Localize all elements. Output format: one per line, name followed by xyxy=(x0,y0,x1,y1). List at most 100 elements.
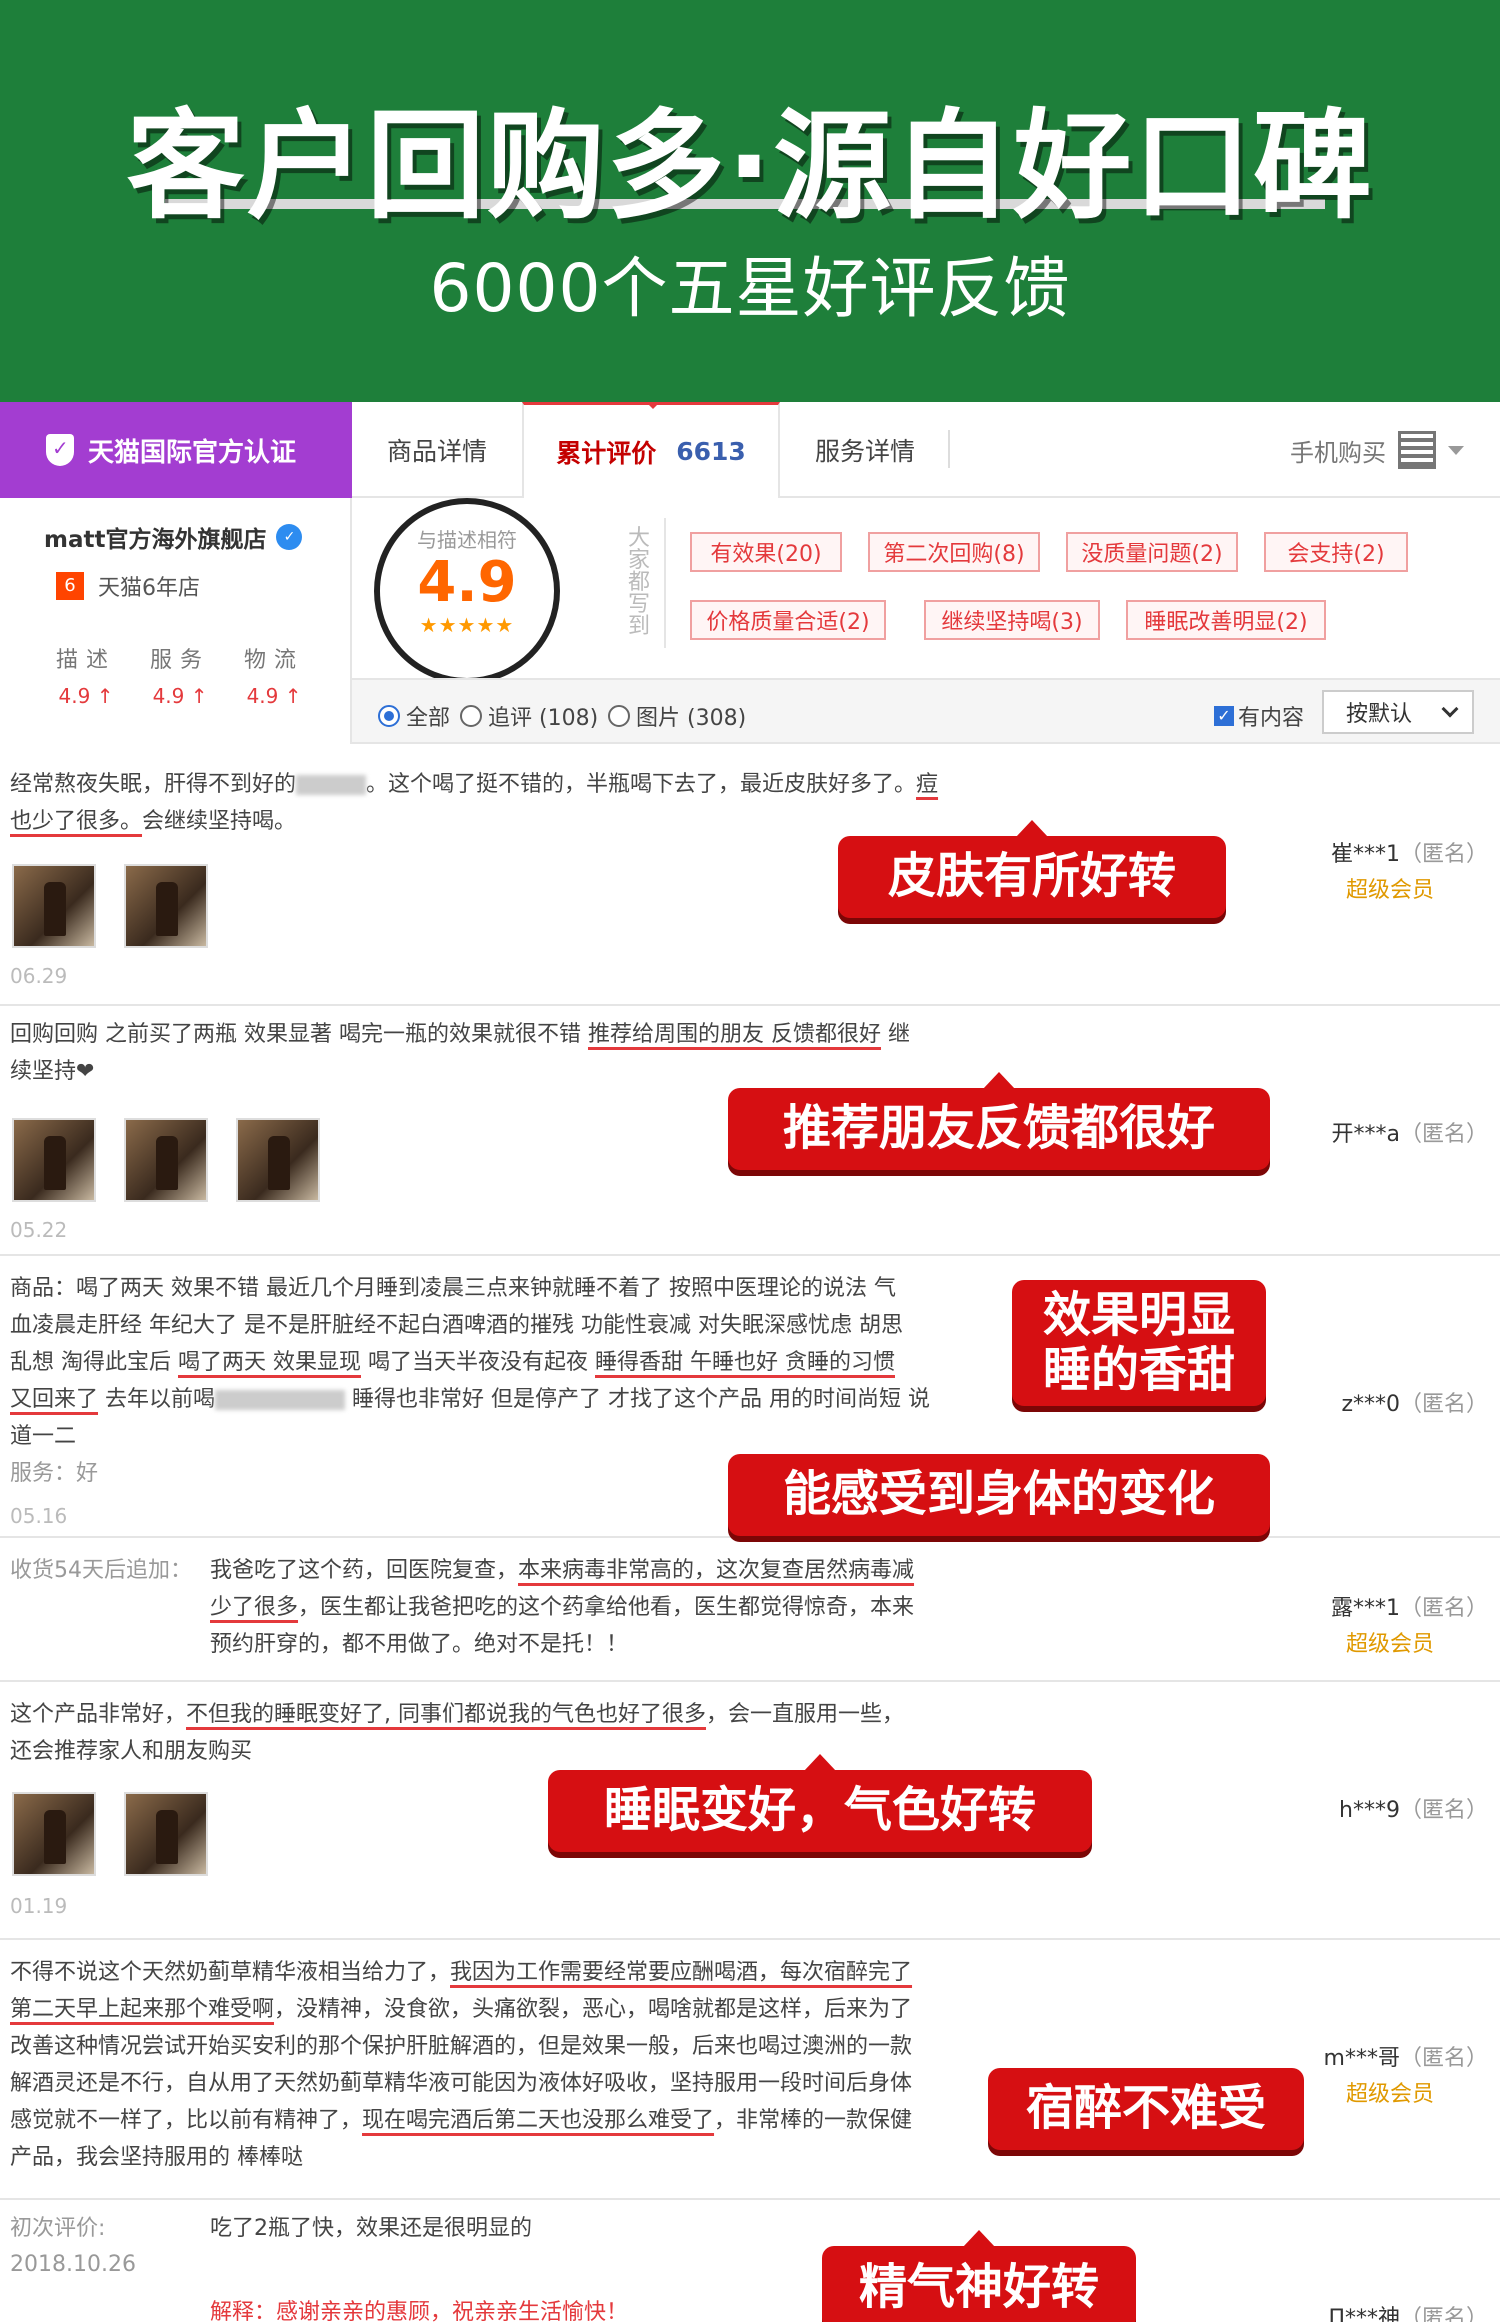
text-span: 改善这种情况尝试开始买安利的那个保护肝脏解酒的，但是效果一般，后来也喝过澳洲的一… xyxy=(10,2034,913,2059)
review-date: 06.29 xyxy=(10,964,68,988)
review-tag[interactable]: 第二次回购(8) xyxy=(868,532,1040,572)
store-years-label: 天猫6年店 xyxy=(98,576,200,601)
filter-pictures-radio[interactable]: 图片 (308) xyxy=(608,700,746,732)
qr-code-icon xyxy=(1398,431,1436,469)
text-span: 乱想 淘得此宝后 xyxy=(10,1350,178,1375)
blurred-text xyxy=(215,1390,346,1410)
tab-reviews[interactable]: 累计评价 6613 xyxy=(522,402,780,498)
highlighted-text: 推荐给周围的朋友 反馈都很好 xyxy=(587,1022,881,1047)
dsr-service: 服务 4.9 ↑ xyxy=(150,642,210,708)
username: h***9 xyxy=(1339,1798,1400,1823)
review-item: 初次评价: 2018.10.26 吃了2瓶了快，效果还是很明显的 解释：感谢亲亲… xyxy=(0,2200,1500,2322)
highlighted-text: 又回来了 xyxy=(10,1387,99,1412)
text-span: 去年以前喝 xyxy=(98,1387,216,1412)
banner-title: 客户回购多·源自好口碑 xyxy=(126,97,1374,235)
text-span: 血凌晨走肝经 年纪大了 是不是肝脏经不起白酒啤酒的摧残 功能性衰减 对失眠深感忧… xyxy=(10,1313,903,1338)
tab-reviews-label: 累计评价 xyxy=(556,438,657,468)
text-span: 睡得也非常好 但是停产了 才找了这个产品 用的时间尚短 说 xyxy=(345,1387,930,1412)
review-photos xyxy=(12,1792,208,1876)
review-photo[interactable] xyxy=(12,864,96,948)
tmall-verified-badge: 天猫国际官方认证 xyxy=(0,402,352,498)
sort-dropdown[interactable]: 按默认 xyxy=(1322,690,1474,734)
vip-badge: 超级会员 xyxy=(1345,2082,1434,2107)
username: 崔***1 xyxy=(1330,842,1400,867)
text-span: 喝了当天半夜没有起夜 xyxy=(361,1350,595,1375)
review-photo[interactable] xyxy=(12,1792,96,1876)
hero-banner: 客户回购多·源自好口碑 6000个五星好评反馈 xyxy=(0,0,1500,402)
highlight-callout: 效果明显 睡的香甜 xyxy=(1012,1280,1266,1406)
tab-service-detail[interactable]: 服务详情 xyxy=(780,402,950,498)
text-span: 不得不说这个天然奶蓟草精华液相当给力了， xyxy=(10,1960,451,1985)
reviewer-name: П***神（匿名） xyxy=(1328,2300,1488,2322)
review-tag[interactable]: 睡眠改善明显(2) xyxy=(1126,600,1326,640)
dsr-label: 服务 xyxy=(150,648,211,673)
review-tag[interactable]: 价格质量合适(2) xyxy=(690,600,886,640)
filter-all-label: 全部 xyxy=(406,706,451,731)
highlighted-text: 现在喝完酒后第二天也没那么难受了 xyxy=(362,2108,715,2133)
review-photos xyxy=(12,864,208,948)
anonymous-label: （匿名） xyxy=(1399,1596,1488,1621)
tab-product-detail[interactable]: 商品详情 xyxy=(352,402,522,498)
review-tag[interactable]: 没质量问题(2) xyxy=(1066,532,1238,572)
review-photo[interactable] xyxy=(124,1792,208,1876)
text-span: 续坚持❤ xyxy=(10,1059,95,1084)
username: z***0 xyxy=(1341,1392,1400,1417)
filter-all-radio[interactable]: 全部 xyxy=(378,700,450,732)
filter-followup-radio[interactable]: 追评 (108) xyxy=(460,700,598,732)
highlight-callout: 能感受到身体的变化 xyxy=(728,1454,1270,1536)
dsr-value: 4.9 ↑ xyxy=(246,684,302,708)
filter-followup-label: 追评 (108) xyxy=(488,706,599,731)
radio-icon xyxy=(460,705,482,727)
has-content-label: 有内容 xyxy=(1238,706,1305,731)
service-label: 服务：好 xyxy=(10,1461,99,1486)
mobile-buy-label: 手机购买 xyxy=(1290,438,1386,467)
highlighted-text: 第二天早上起来那个难受啊 xyxy=(10,1997,275,2022)
reviewer-name: 崔***1（匿名） xyxy=(1331,836,1488,868)
anonymous-label: （匿名） xyxy=(1399,1798,1488,1823)
review-tag[interactable]: 有效果(20) xyxy=(690,532,842,572)
tab-divider xyxy=(948,430,950,468)
text-span: ，医生都让我爸把吃的这个药拿给他看，医生都觉得惊奇，本来 xyxy=(298,1595,915,1620)
store-years: 6 天猫6年店 xyxy=(56,570,200,602)
username: 开***a xyxy=(1331,1122,1400,1147)
text-span: ，会一直服用一些， xyxy=(706,1702,905,1727)
dsr-value: 4.9 ↑ xyxy=(152,684,208,708)
text-span: 会继续坚持喝。 xyxy=(142,809,297,834)
anonymous-label: （匿名） xyxy=(1399,2306,1488,2322)
review-tag[interactable]: 继续坚持喝(3) xyxy=(924,600,1100,640)
radio-icon xyxy=(608,705,630,727)
vip-badge: 超级会员 xyxy=(1345,878,1434,903)
review-photo[interactable] xyxy=(12,1118,96,1202)
highlight-callout: 宿醉不难受 xyxy=(988,2068,1304,2150)
text-span: ，没精神，没食欲，头痛欲裂，恶心，喝啥就都是这样，后来为了 xyxy=(274,1997,913,2022)
review-text: 我爸吃了这个药，回医院复查，本来病毒非常高的，这次复查居然病毒减 少了很多，医生… xyxy=(210,1552,990,1663)
reviewer-name: h***9（匿名） xyxy=(1339,1792,1488,1824)
text-span: 经常熬夜失眠，肝得不到好的 xyxy=(10,772,297,797)
shield-icon xyxy=(46,434,74,466)
checkbox-checked-icon: ✓ xyxy=(1214,706,1234,726)
anonymous-label: （匿名） xyxy=(1399,2046,1488,2071)
text-span: 商品：喝了两天 效果不错 最近几个月睡到凌晨三点来钟就睡不着了 按照中医理论的说… xyxy=(10,1276,896,1301)
has-content-checkbox[interactable]: ✓ 有内容 xyxy=(1214,700,1304,732)
store-info-panel: matt官方海外旗舰店 ✓ 6 天猫6年店 描述 4.9 ↑ 服务 4.9 ↑ … xyxy=(0,498,352,744)
dsr-label: 物流 xyxy=(244,648,305,673)
review-photo[interactable] xyxy=(124,864,208,948)
initial-review-label: 初次评价: xyxy=(10,2216,106,2241)
username: m***哥 xyxy=(1323,2046,1400,2071)
review-text: 回购回购 之前买了两瓶 效果显著 喝完一瓶的效果就很不错 推荐给周围的朋友 反馈… xyxy=(10,1016,970,1090)
product-tab-bar: 天猫国际官方认证 商品详情 累计评价 6613 服务详情 手机购买 xyxy=(0,402,1500,498)
review-item: 回购回购 之前买了两瓶 效果显著 喝完一瓶的效果就很不错 推荐给周围的朋友 反馈… xyxy=(0,1006,1500,1256)
rating-label: 与描述相符 xyxy=(417,528,517,552)
highlighted-text: 喝了两天 效果显现 xyxy=(178,1350,361,1375)
dsr-description: 描述 4.9 ↑ xyxy=(56,642,116,708)
review-tag[interactable]: 会支持(2) xyxy=(1264,532,1408,572)
review-photo[interactable] xyxy=(236,1118,320,1202)
review-photo[interactable] xyxy=(124,1118,208,1202)
store-name[interactable]: matt官方海外旗舰店 ✓ xyxy=(44,520,303,554)
reviewer-name: z***0（匿名） xyxy=(1341,1386,1488,1418)
text-span: 预约肝穿的，都不用做了。绝对不是托！！ xyxy=(210,1632,629,1657)
divider xyxy=(664,518,666,648)
review-item: 不得不说这个天然奶蓟草精华液相当给力了，我因为工作需要经常要应酬喝酒，每次宿醉完… xyxy=(0,1940,1500,2200)
dsr-value: 4.9 ↑ xyxy=(58,684,114,708)
mobile-buy-button[interactable]: 手机购买 xyxy=(1290,402,1464,498)
